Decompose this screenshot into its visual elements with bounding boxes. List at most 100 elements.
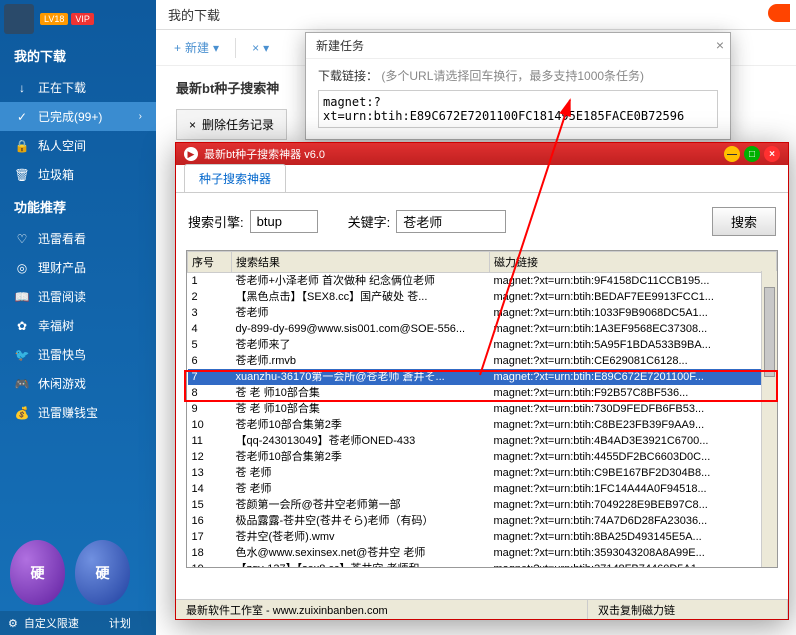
close-icon[interactable]: × bbox=[716, 37, 724, 53]
link-icon: 💰 bbox=[14, 405, 30, 421]
main-title: 我的下载 bbox=[156, 0, 796, 30]
top-right-icons: 工具 bbox=[740, 4, 790, 22]
link-label: 休闲游戏 bbox=[38, 375, 86, 392]
table-row[interactable]: 12苍老师10部合集第2季magnet:?xt=urn:btih:4455DF2… bbox=[188, 449, 777, 465]
new-task-dialog: 新建任务 × 下载链接： (多个URL请选择回车换行，最多支持1000条任务) bbox=[305, 32, 731, 140]
link-icon: 🎮 bbox=[14, 376, 30, 392]
scrollbar[interactable] bbox=[761, 271, 777, 567]
table-row[interactable]: 18色水@www.sexinsex.net@苍井空 老师magnet:?xt=u… bbox=[188, 545, 777, 561]
nav-completed[interactable]: ✓ 已完成(99+) › bbox=[0, 102, 156, 131]
chevron-right-icon: › bbox=[139, 111, 142, 122]
link-icon: ◎ bbox=[14, 260, 30, 276]
link-icon: ✿ bbox=[14, 318, 30, 334]
speed-limit-label[interactable]: 自定义限速 bbox=[24, 615, 79, 631]
schedule-label[interactable]: 计划 bbox=[109, 615, 131, 631]
engine-label: 搜索引擎: bbox=[188, 212, 244, 231]
egg-purple[interactable]: 硬 bbox=[10, 540, 65, 605]
table-row[interactable]: 16极品露露-苍井空(苍井そら)老师（有码）magnet:?xt=urn:bti… bbox=[188, 513, 777, 529]
table-row[interactable]: 7xuanzhu-36170第一会所@苍老师 蒼井そ...magnet:?xt=… bbox=[188, 369, 777, 385]
col-result[interactable]: 搜索结果 bbox=[232, 252, 490, 273]
nav-trash[interactable]: 🗑 垃圾箱 bbox=[0, 160, 156, 189]
search-row: 搜索引擎: 关键字: 搜索 bbox=[176, 193, 788, 250]
col-index[interactable]: 序号 bbox=[188, 252, 232, 273]
close-icon: × bbox=[189, 118, 196, 132]
dialog-title-bar[interactable]: 新建任务 × bbox=[306, 33, 730, 59]
bt-title: 最新bt种子搜索神器 v6.0 bbox=[204, 146, 325, 162]
delete-label: 删除任务记录 bbox=[202, 116, 274, 133]
bt-title-bar[interactable]: ▶ 最新bt种子搜索神器 v6.0 — □ × bbox=[176, 143, 788, 165]
table-row[interactable]: 9苍 老 师10部合集magnet:?xt=urn:btih:730D9FEDF… bbox=[188, 401, 777, 417]
table-row[interactable]: 15苍颜第一会所@苍井空老师第一部magnet:?xt=urn:btih:704… bbox=[188, 497, 777, 513]
tab-search[interactable]: 种子搜索神器 bbox=[184, 164, 286, 192]
check-icon: ✓ bbox=[14, 109, 30, 125]
dialog-body: 下载链接： (多个URL请选择回车换行，最多支持1000条任务) bbox=[306, 59, 730, 139]
lock-icon: 🔒 bbox=[14, 138, 30, 154]
link-label: 迅雷赚钱宝 bbox=[38, 404, 98, 421]
search-button[interactable]: 搜索 bbox=[712, 207, 776, 236]
plus-icon: + bbox=[174, 41, 181, 55]
app-icon: ▶ bbox=[184, 147, 198, 161]
new-task-button[interactable]: + 新建 ▾ bbox=[166, 35, 227, 60]
nav-label: 垃圾箱 bbox=[38, 166, 74, 183]
orange-button[interactable] bbox=[768, 4, 790, 22]
table-row[interactable]: 2【黑色点击】【SEX8.cc】国产破处 苍...magnet:?xt=urn:… bbox=[188, 289, 777, 305]
close-icon: × bbox=[252, 41, 259, 55]
sidebar-link-6[interactable]: 💰 迅雷赚钱宝 bbox=[0, 398, 156, 427]
sidebar-link-3[interactable]: ✿ 幸福树 bbox=[0, 311, 156, 340]
gear-icon[interactable]: ⚙ bbox=[8, 617, 18, 630]
table-row[interactable]: 17苍井空(苍老师).wmvmagnet:?xt=urn:btih:8BA25D… bbox=[188, 529, 777, 545]
nav-downloading[interactable]: ↓ 正在下载 bbox=[0, 73, 156, 102]
table-row[interactable]: 19【zgy-137】【sex8.cc】苍井空 老师和...magnet:?xt… bbox=[188, 561, 777, 568]
close-button[interactable]: × bbox=[764, 146, 780, 162]
decorative-eggs: 硬 硬 bbox=[10, 540, 130, 605]
table-row[interactable]: 5苍老师来了magnet:?xt=urn:btih:5A95F1BDA533B9… bbox=[188, 337, 777, 353]
divider bbox=[235, 38, 236, 58]
sidebar-link-1[interactable]: ◎ 理财产品 bbox=[0, 253, 156, 282]
delete-task-records-button[interactable]: × 删除任务记录 bbox=[176, 109, 287, 140]
nav-label: 正在下载 bbox=[38, 79, 86, 96]
engine-input[interactable] bbox=[250, 210, 318, 233]
minimize-button[interactable]: — bbox=[724, 146, 740, 162]
table-row[interactable]: 13苍 老师magnet:?xt=urn:btih:C9BE167BF2D304… bbox=[188, 465, 777, 481]
footer-bar: ⚙ 自定义限速 计划 bbox=[0, 611, 156, 635]
chevron-down-icon: ▾ bbox=[213, 41, 219, 55]
table-row[interactable]: 10苍老师10部合集第2季magnet:?xt=urn:btih:C8BE23F… bbox=[188, 417, 777, 433]
table-row[interactable]: 11【qq-243013049】苍老师ONED-433magnet:?xt=ur… bbox=[188, 433, 777, 449]
sidebar-link-4[interactable]: 🐦迅雷快鸟 bbox=[0, 340, 156, 369]
link-icon: ♡ bbox=[14, 231, 30, 247]
result-table: 序号 搜索结果 磁力链接 1苍老师+小泽老师 首次做种 纪念俩位老师magnet… bbox=[187, 251, 777, 568]
sidebar-link-5[interactable]: 🎮 休闲游戏 bbox=[0, 369, 156, 398]
egg-blue[interactable]: 硬 bbox=[75, 540, 130, 605]
bt-status-bar: 最新软件工作室 - www.zuixinbanben.com 双击复制磁力链 bbox=[176, 599, 788, 619]
link-icon: 🐦 bbox=[14, 347, 30, 363]
table-row[interactable]: 1苍老师+小泽老师 首次做种 纪念俩位老师magnet:?xt=urn:btih… bbox=[188, 273, 777, 290]
nav-label: 私人空间 bbox=[38, 137, 86, 154]
tools-label[interactable]: 工具 bbox=[740, 5, 762, 21]
keyword-input[interactable] bbox=[396, 210, 506, 233]
sidebar-link-2[interactable]: 📖迅雷阅读 bbox=[0, 282, 156, 311]
bt-tabs: 种子搜索神器 bbox=[176, 165, 788, 193]
table-row[interactable]: 6苍老师.rmvbmagnet:?xt=urn:btih:CE629081C61… bbox=[188, 353, 777, 369]
table-row[interactable]: 8苍 老 师10部合集magnet:?xt=urn:btih:F92B57C8B… bbox=[188, 385, 777, 401]
table-row[interactable]: 4dy-899-dy-699@www.sis001.com@SOE-556...… bbox=[188, 321, 777, 337]
new-label: 新建 bbox=[185, 39, 209, 56]
table-row[interactable]: 14苍 老师magnet:?xt=urn:btih:1FC14A44A0F945… bbox=[188, 481, 777, 497]
avatar[interactable] bbox=[4, 4, 34, 34]
level-badge: LV18 bbox=[40, 13, 68, 25]
sidebar-link-0[interactable]: ♡ 迅雷看看 bbox=[0, 224, 156, 253]
nav-private[interactable]: 🔒 私人空间 bbox=[0, 131, 156, 160]
keyword-label: 关键字: bbox=[348, 212, 391, 231]
link-label: 幸福树 bbox=[38, 317, 74, 334]
link-icon: 📖 bbox=[14, 289, 30, 305]
link-label: 迅雷看看 bbox=[38, 230, 86, 247]
bt-searcher-window: ▶ 最新bt种子搜索神器 v6.0 — □ × 种子搜索神器 搜索引擎: 关键字… bbox=[175, 142, 789, 620]
delete-button[interactable]: × ▾ bbox=[244, 37, 277, 59]
col-magnet[interactable]: 磁力链接 bbox=[490, 252, 777, 273]
url-input[interactable] bbox=[318, 90, 718, 128]
table-row[interactable]: 3苍老师magnet:?xt=urn:btih:1033F9B9068DC5A1… bbox=[188, 305, 777, 321]
url-hint: (多个URL请选择回车换行，最多支持1000条任务) bbox=[381, 69, 644, 83]
maximize-button[interactable]: □ bbox=[744, 146, 760, 162]
scrollbar-thumb[interactable] bbox=[764, 287, 775, 377]
link-label: 理财产品 bbox=[38, 259, 86, 276]
download-icon: ↓ bbox=[14, 80, 30, 96]
